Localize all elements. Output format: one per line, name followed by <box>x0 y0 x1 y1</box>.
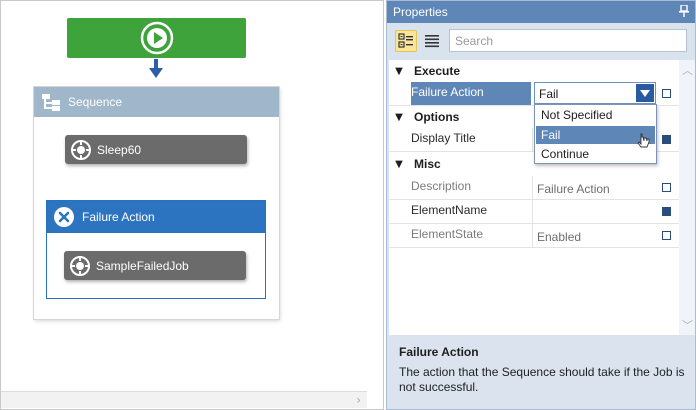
combobox-value: Fail <box>539 87 559 101</box>
chevron-down-icon <box>640 89 650 97</box>
sequence-title: Sequence <box>68 95 123 109</box>
property-row-description[interactable]: Description Failure Action <box>389 176 679 200</box>
property-row-element-state[interactable]: ElementState Enabled <box>389 224 679 248</box>
start-node[interactable] <box>67 18 246 58</box>
categorized-view-button[interactable] <box>395 30 417 52</box>
sequence-tree-icon <box>42 94 60 111</box>
activity-sleep[interactable]: Sleep60 <box>65 135 247 164</box>
failure-x-icon <box>54 207 74 227</box>
pin-icon[interactable] <box>679 5 689 17</box>
sequence-header[interactable]: Sequence <box>34 87 279 117</box>
local-value-marker-icon[interactable] <box>662 207 671 216</box>
collapse-triangle-icon[interactable]: ▼ <box>389 66 409 77</box>
activity-label: Sleep60 <box>97 142 142 157</box>
failure-action-title: Failure Action <box>82 210 155 224</box>
default-value-marker-icon[interactable] <box>662 183 671 192</box>
activity-sample-failed-job[interactable]: SampleFailedJob <box>64 251 246 280</box>
failure-action-dropdown-list: Not Specified Fail Continue <box>534 104 657 164</box>
properties-panel: Properties Search ▼ Execute Failure Acti… <box>386 0 696 410</box>
property-name: Display Title <box>411 131 476 145</box>
activity-label: SampleFailedJob <box>96 258 189 273</box>
search-input[interactable]: Search <box>449 29 687 52</box>
search-placeholder: Search <box>455 33 494 48</box>
local-value-marker-icon[interactable] <box>662 135 671 144</box>
property-grid: ▼ Execute Failure Action ▼ Options Displ… <box>389 60 679 335</box>
canvas-horizontal-scrollbar[interactable]: › <box>1 391 367 408</box>
property-name: ElementState <box>411 227 484 241</box>
activity-gear-icon <box>70 255 90 276</box>
property-value[interactable] <box>532 200 679 223</box>
scroll-up-icon[interactable]: ︿ <box>682 62 693 78</box>
category-execute[interactable]: ▼ Execute <box>389 60 679 82</box>
description-text: The action that the Sequence should take… <box>399 365 685 394</box>
failure-action-block[interactable]: Failure Action SampleFailedJob <box>46 200 266 299</box>
alphabetical-list-icon <box>425 35 439 48</box>
play-circle-icon <box>140 21 173 55</box>
description-title: Failure Action <box>399 345 479 359</box>
default-value-marker-icon[interactable] <box>662 89 671 98</box>
property-value[interactable]: Enabled <box>532 224 679 247</box>
collapse-triangle-icon[interactable]: ▼ <box>389 159 409 170</box>
property-grid-scrollbar[interactable]: ︿ ﹀ <box>679 60 695 335</box>
flow-arrow-icon <box>149 59 163 78</box>
mouse-cursor-icon <box>637 133 650 148</box>
activity-gear-icon <box>71 139 91 160</box>
property-value[interactable]: Failure Action <box>532 176 679 199</box>
workflow-canvas[interactable]: Sequence Sleep60 Failure Action SampleFa… <box>0 0 384 410</box>
scroll-down-icon[interactable]: ﹀ <box>682 317 693 333</box>
scroll-right-icon[interactable]: › <box>356 393 361 407</box>
alphabetical-view-button[interactable] <box>421 30 443 52</box>
categorized-view-icon <box>398 33 413 48</box>
dropdown-button[interactable] <box>636 84 654 102</box>
failure-action-combobox[interactable]: Fail <box>534 82 656 104</box>
sequence-container[interactable]: Sequence Sleep60 Failure Action SampleFa… <box>34 87 279 319</box>
properties-title-bar: Properties <box>387 1 695 23</box>
property-name: ElementName <box>411 203 488 217</box>
property-name: Failure Action <box>411 82 531 105</box>
property-description-panel: Failure Action The action that the Seque… <box>389 337 695 409</box>
collapse-triangle-icon[interactable]: ▼ <box>389 112 409 123</box>
default-value-marker-icon[interactable] <box>662 231 671 240</box>
property-name: Description <box>411 179 472 193</box>
failure-action-header[interactable]: Failure Action <box>47 201 265 233</box>
property-row-element-name[interactable]: ElementName <box>389 200 679 224</box>
option-not-specified[interactable]: Not Specified <box>536 106 655 124</box>
panel-title: Properties <box>393 5 448 19</box>
properties-toolbar: Search <box>387 23 695 59</box>
